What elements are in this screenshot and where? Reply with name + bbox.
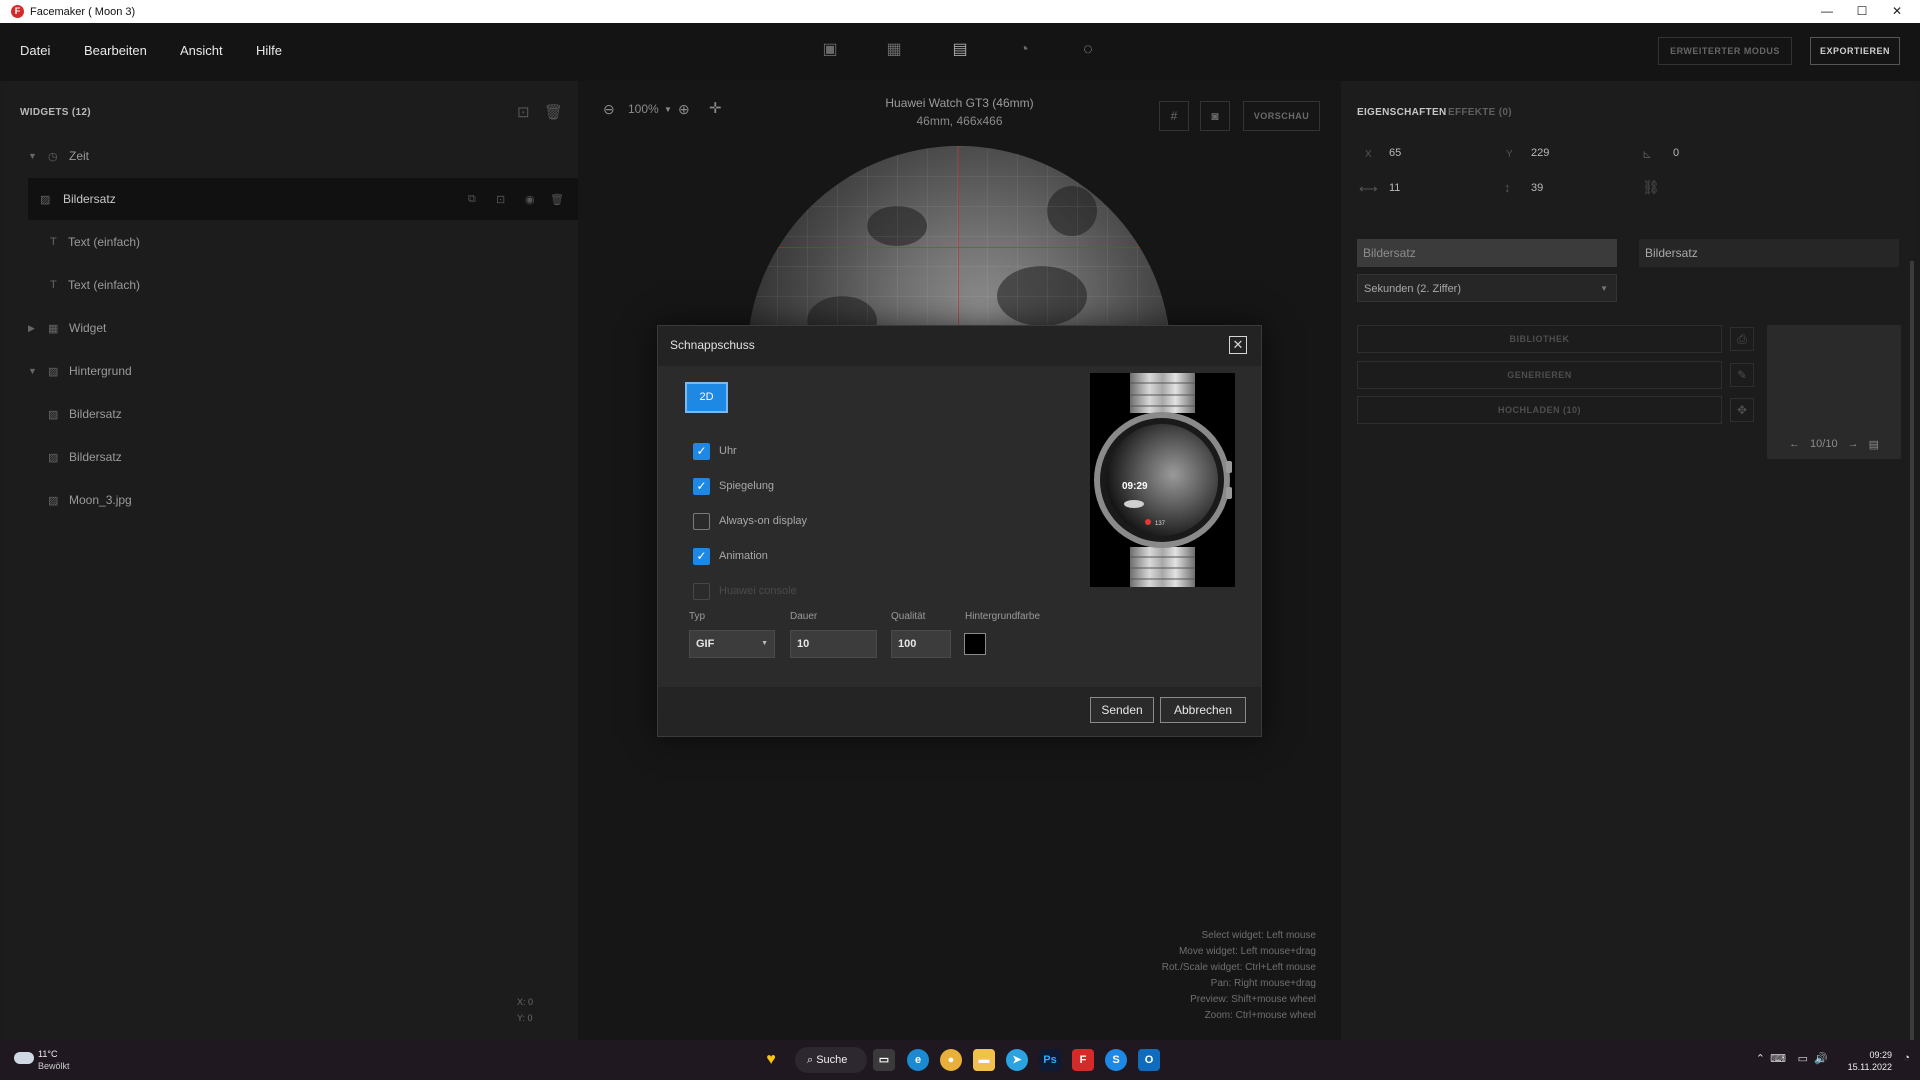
option-label: Spiegelung [719,480,775,492]
option-uhr[interactable]: ✓ Uhr [693,442,737,460]
chevron-down-icon: ▼ [761,640,768,647]
option-label: Animation [719,550,768,562]
dialog-title: Schnappschuss [670,338,755,352]
grid-tool-icon[interactable]: ▦ [884,40,904,60]
progress-tool-icon[interactable]: ◌ [1078,40,1098,60]
windows-taskbar: 11°C Bewölkt ♥ ⌕ Suche ▭ e ● ▬ ➤ Ps F S … [0,1040,1920,1080]
checkbox-huawei-console [693,582,710,600]
preview-heart-rate: 137 [1155,521,1166,527]
edge-icon[interactable]: e [907,1049,929,1071]
photoshop-icon[interactable]: Ps [1039,1049,1061,1071]
advanced-mode-button[interactable]: ERWEITERTER MODUS [1658,37,1792,65]
option-label: Huawei console [719,585,797,597]
skype-icon[interactable]: S [1105,1049,1127,1071]
task-view-icon[interactable]: ▭ [873,1049,895,1071]
cancel-button[interactable]: Abbrechen [1160,697,1246,723]
export-button[interactable]: EXPORTIEREN [1810,37,1900,65]
type-label: Typ [689,611,706,622]
duration-label: Dauer [790,611,818,622]
checkbox-uhr[interactable]: ✓ [693,442,710,460]
dialog-header: Schnappschuss ✕ [658,326,1261,366]
preview-time: 09:29 [1122,481,1148,492]
snapshot-dialog: Schnappschuss ✕ 2D ✓ Uhr ✓ Spiegelung Al… [657,325,1262,737]
duration-input[interactable]: 10 [790,630,877,658]
watch-preview-image: 09:29 137 [1090,373,1235,587]
bgcolor-label: Hintergrundfarbe [965,611,1041,622]
send-button[interactable]: Senden [1090,697,1154,723]
menu-datei[interactable]: Datei [20,43,50,58]
chevron-up-icon[interactable]: ⌃ [1756,1052,1765,1065]
watch-illustration: 09:29 137 [1094,373,1232,587]
clock-time: 09:29 [1869,1050,1892,1060]
checkbox-animation[interactable]: ✓ [693,547,710,565]
window-title-bar: F Facemaker ( Moon 3) — ☐ ✕ [0,0,1920,23]
option-label: Uhr [719,445,737,457]
network-icon[interactable]: ▭ [1798,1052,1808,1065]
notification-bell-icon[interactable]: ◔ [1903,1052,1910,1064]
quality-label: Qualität [891,611,926,622]
search-icon: ⌕ [807,1054,817,1066]
facemaker-taskbar-icon[interactable]: F [1072,1049,1094,1071]
maximize-button[interactable]: ☐ [1845,0,1879,23]
quality-input[interactable]: 100 [891,630,951,658]
option-label: Always-on display [719,515,808,527]
type-value: GIF [696,638,715,650]
checkbox-always-on[interactable] [693,512,710,530]
volume-icon[interactable]: 🔊 [1814,1052,1828,1065]
clock-date: 15.11.2022 [1847,1062,1892,1072]
taskbar-search[interactable]: ⌕ Suche [795,1047,867,1073]
clock-tool-icon[interactable]: ◔ [1014,40,1034,60]
window-title: Facemaker ( Moon 3) [30,5,136,18]
minimize-button[interactable]: — [1810,0,1844,23]
close-window-button[interactable]: ✕ [1880,0,1914,23]
facemaker-app-icon: F [11,5,24,18]
file-explorer-icon[interactable]: ▬ [973,1049,995,1071]
type-select[interactable]: GIF ▼ [689,630,775,658]
menu-bearbeiten[interactable]: Bearbeiten [84,43,147,58]
option-huawei-console: Huawei console [693,582,797,600]
chrome-icon[interactable]: ● [940,1049,962,1071]
menu-hilfe[interactable]: Hilfe [256,43,282,58]
option-always-on[interactable]: Always-on display [693,512,807,530]
cloud-icon [14,1052,34,1064]
calendar-tool-icon[interactable]: ▤ [950,40,970,60]
keyboard-icon[interactable]: ⌨ [1770,1052,1786,1065]
heart-app-icon[interactable]: ♥ [760,1049,782,1071]
checkbox-spiegelung[interactable]: ✓ [693,477,710,495]
image-tool-icon[interactable]: ▣ [820,40,840,60]
telegram-icon[interactable]: ➤ [1006,1049,1028,1071]
outlook-icon[interactable]: O [1138,1049,1160,1071]
weather-temperature: 11°C [38,1049,58,1059]
option-animation[interactable]: ✓ Animation [693,547,768,565]
menu-bar: Datei Bearbeiten Ansicht Hilfe ▣ ▦ ▤ ◔ ◌… [0,23,1920,81]
menu-ansicht[interactable]: Ansicht [180,43,223,58]
weather-condition: Bewölkt [38,1061,70,1071]
bgcolor-swatch[interactable] [964,633,986,655]
taskbar-clock[interactable]: 09:29 15.11.2022 [1848,1049,1892,1073]
mode-2d-button[interactable]: 2D [685,382,728,413]
dialog-footer: Senden Abbrechen [658,687,1261,736]
option-spiegelung[interactable]: ✓ Spiegelung [693,477,774,495]
search-label: Suche [816,1054,848,1066]
close-icon[interactable]: ✕ [1229,336,1247,354]
